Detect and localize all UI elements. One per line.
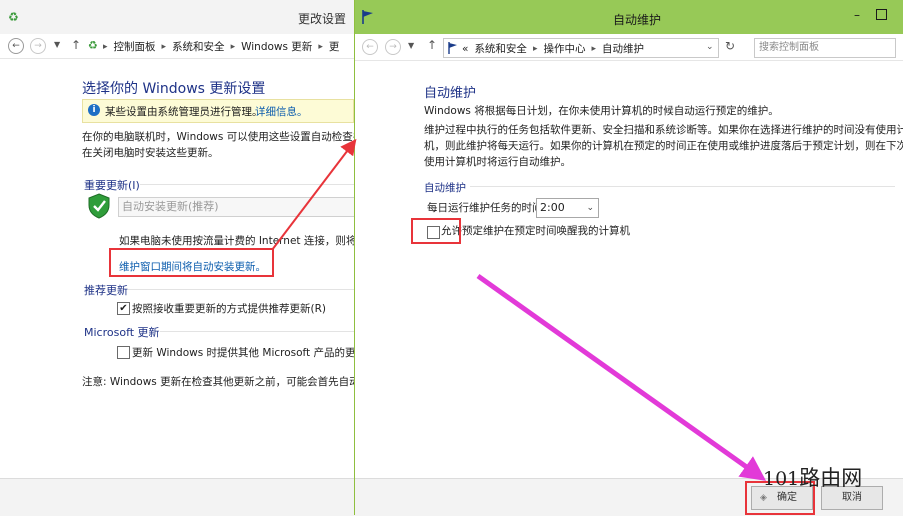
shield-check-icon [88,193,110,219]
forward-arrow-icon[interactable]: → [30,38,46,54]
search-input[interactable]: 搜索控制面板 [754,38,896,58]
flag-icon [362,10,373,24]
control-panel-icon: ♻ [8,10,19,24]
front-title-bar: 自动维护 – [355,0,903,34]
breadcrumb-item[interactable]: 控制面板 [114,39,156,54]
breadcrumb-item[interactable]: 系统和安全 [172,39,225,54]
breadcrumb-separator: ▸ [532,43,538,54]
breadcrumb-separator: ▸ [230,41,236,52]
breadcrumb-separator: ▸ [591,43,596,54]
admin-info-bar: i 某些设置由系统管理员进行管理。 详细信息。 [82,99,354,123]
recent-pages-chevron-icon[interactable]: ▼ [54,40,60,49]
run-time-dropdown[interactable]: 2:00 ⌄ [536,198,599,218]
auto-maintenance-section-label: 自动维护 [424,182,466,194]
run-time-value: 2:00 [540,201,565,214]
info-text: 某些设置由系统管理员进行管理。 [105,106,263,118]
front-breadcrumb: « 系统和安全 ▸ 操作中心 ▸ 自动维护 [462,41,644,56]
description-line: 机，则此维护将每天运行。如果你的计算机在预定的时间正在使用或维护进度落后于预定计… [424,140,903,152]
location-flag-icon [448,42,457,54]
maximize-icon[interactable] [876,9,887,20]
search-placeholder: 搜索控制面板 [759,42,819,53]
back-arrow-icon[interactable]: ← [362,39,378,55]
breadcrumb-item[interactable]: 自动维护 [602,41,644,56]
front-page-title: 自动维护 [424,86,477,101]
recommended-updates-checkbox-label: 按照接收重要更新的方式提供推荐更新(R) [132,303,326,315]
microsoft-update-checkbox-label: 更新 Windows 时提供其他 Microsoft 产品的更新 [132,347,367,359]
forward-arrow-icon[interactable]: → [385,39,401,55]
recommended-updates-checkbox[interactable]: ✔ [117,302,130,315]
run-time-label: 每日运行维护任务的时间 [427,202,543,214]
breadcrumb-location-icon: ♻ [88,39,98,52]
important-updates-value: 自动安装更新(推荐) [122,200,219,213]
back-arrow-icon[interactable]: ← [8,38,24,54]
back-page-title: 选择你的 Windows 更新设置 [82,81,266,97]
up-arrow-icon[interactable]: ↑ [427,38,437,52]
back-window-title: 更改设置 [298,12,347,26]
watermark-number: 101 [763,468,800,490]
info-icon: i [88,104,100,116]
note-text: 注意: Windows 更新在检查其他更新之前，可能会首先自动进 [82,376,371,388]
breadcrumb-item[interactable]: Windows 更新 [241,39,312,54]
cancel-button-label: 取消 [842,492,862,503]
section-divider [128,289,355,290]
breadcrumb-item[interactable]: 更 [329,39,340,54]
recommended-updates-label: 推荐更新 [84,284,128,297]
back-footer [0,478,355,516]
breadcrumb-item[interactable]: 操作中心 [543,41,585,56]
back-navigation-bar: ← → ▼ ↑ ♻ ▸ 控制面板 ▸ 系统和安全 ▸ Windows 更新 ▸ … [0,34,355,59]
annotation-highlight-box [109,248,274,277]
auto-maintenance-window: 自动维护 – ← → ▼ ↑ « 系统和安全 ▸ 操作中心 ▸ 自动维护 ⌄ ↻… [354,0,903,516]
watermark-text: 路由网 [799,466,863,490]
annotation-highlight-box [411,218,461,244]
description-line: 维护过程中执行的任务包括软件更新、安全扫描和系统诊断等。如果你在选择进行维护的时… [424,124,903,136]
breadcrumb-separator: ▸ [161,41,167,52]
description-line: 使用计算机时将运行自动维护。 [424,156,571,168]
section-divider [470,186,895,187]
back-breadcrumb: ▸ 控制面板 ▸ 系统和安全 ▸ Windows 更新 ▸ 更 [103,39,339,54]
address-bar[interactable]: « 系统和安全 ▸ 操作中心 ▸ 自动维护 ⌄ [443,38,719,58]
section-divider [140,184,355,185]
section-divider [160,331,355,332]
description-line: 在你的电脑联机时，Windows 可以使用这些设置自动检查并 [82,131,364,143]
microsoft-update-checkbox[interactable] [117,346,130,359]
breadcrumb-separator: ▸ [103,41,108,52]
refresh-icon[interactable]: ↻ [725,39,735,53]
breadcrumb-overflow[interactable]: « [462,43,468,55]
site-watermark: 101路由网 [763,462,862,492]
important-updates-dropdown[interactable]: 自动安装更新(推荐) [118,197,355,217]
up-arrow-icon[interactable]: ↑ [71,38,81,52]
microsoft-update-label: Microsoft 更新 [84,326,160,339]
intro-text: Windows 将根据每日计划，在你未使用计算机的时候自动运行预定的维护。 [424,105,779,117]
chevron-down-icon: ⌄ [586,203,594,213]
recent-pages-chevron-icon[interactable]: ▼ [408,41,414,50]
breadcrumb-separator: ▸ [318,41,323,52]
minimize-icon[interactable]: – [854,8,860,22]
front-window-title: 自动维护 [613,13,662,27]
details-link[interactable]: 详细信息。 [255,104,308,119]
important-updates-label: 重要更新(I) [84,179,140,192]
breadcrumb-item[interactable]: 系统和安全 [474,41,527,56]
description-line: 在关闭电脑时安装这些更新。 [82,147,219,159]
wake-computer-checkbox-label: 允许预定维护在预定时间唤醒我的计算机 [441,225,630,237]
address-dropdown-chevron-icon[interactable]: ⌄ [706,42,714,52]
metered-connection-text: 如果电脑未使用按流量计费的 Internet 连接，则将在 [119,235,367,247]
